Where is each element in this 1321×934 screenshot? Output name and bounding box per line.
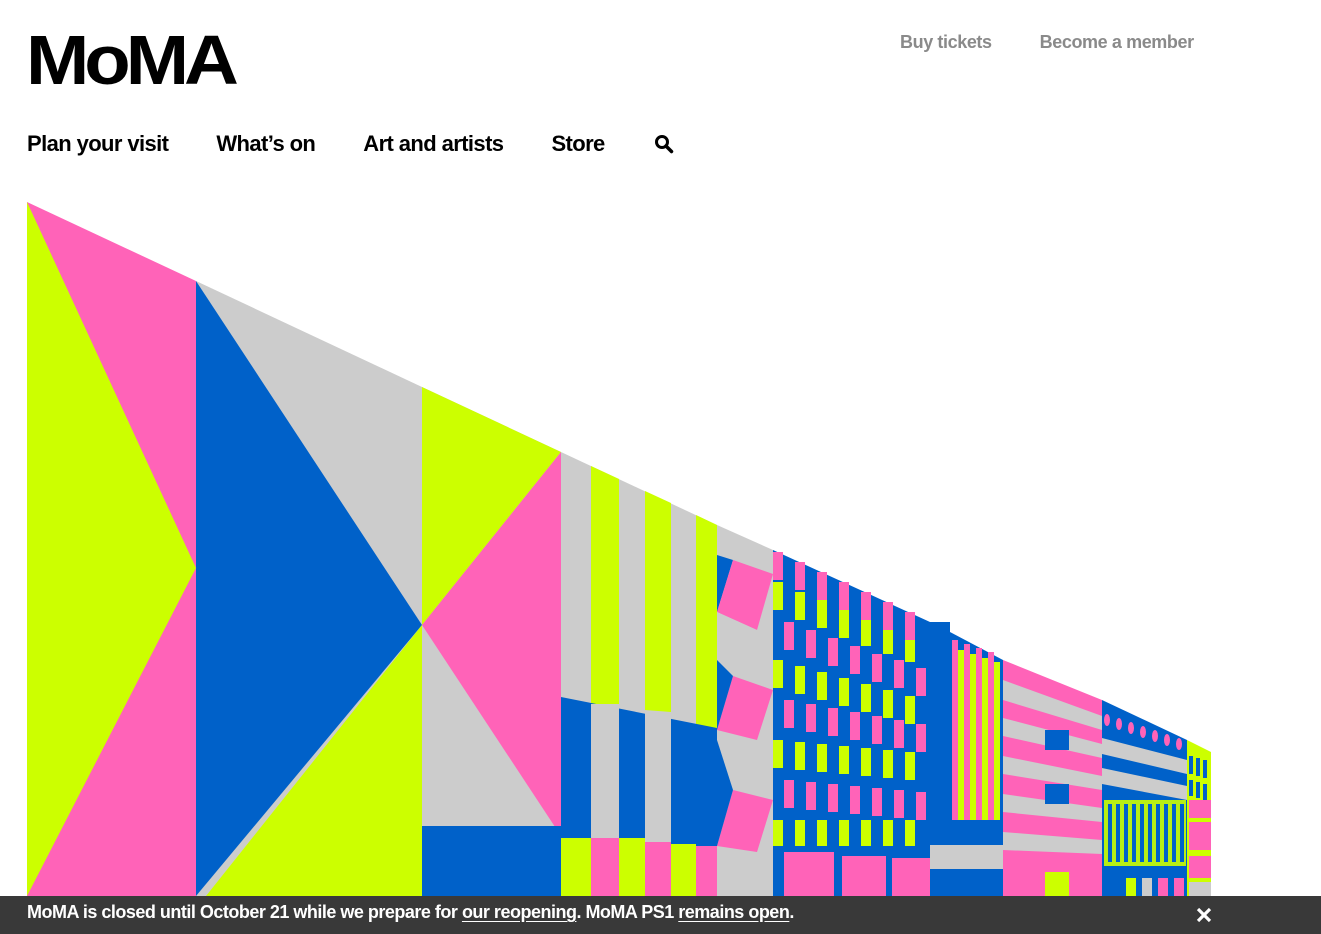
banner-message: MoMA is closed until October 21 while we…	[27, 902, 794, 923]
hero-shape	[1189, 756, 1193, 774]
banner-text-3: .	[789, 902, 794, 922]
nav-art-and-artists[interactable]: Art and artists	[363, 131, 504, 157]
hero-shape	[1174, 878, 1184, 896]
hero-shape	[1196, 758, 1200, 776]
hero-shape	[645, 842, 671, 896]
nav-plan-your-visit[interactable]: Plan your visit	[27, 131, 169, 157]
hero-shape	[645, 491, 671, 712]
hero-shape	[1189, 800, 1211, 818]
hero-shape	[1203, 760, 1207, 778]
nav-whats-on[interactable]: What’s on	[216, 131, 315, 157]
banner-text-2: . MoMA PS1	[576, 902, 679, 922]
hero-shape	[930, 845, 1003, 869]
hero-shape	[1189, 780, 1193, 796]
hero-shape	[696, 846, 717, 896]
close-icon	[1196, 907, 1212, 923]
hero-shape	[561, 838, 591, 896]
moma-logo[interactable]: MoMA	[26, 26, 239, 96]
hero-shape	[892, 858, 930, 896]
search-icon	[654, 135, 673, 154]
hero-shape	[1142, 878, 1152, 896]
hero-shape	[1203, 784, 1207, 800]
hero-shape	[1045, 730, 1069, 750]
utility-nav: Buy tickets Become a member	[900, 32, 1194, 53]
hero-shape	[591, 466, 619, 708]
hero-shape	[591, 704, 619, 844]
hero-shape	[1189, 856, 1211, 878]
hero-shape	[671, 844, 696, 896]
hero-shape	[784, 852, 834, 896]
hero-shape	[645, 712, 671, 846]
banner-text-1: MoMA is closed until October 21 while we…	[27, 902, 462, 922]
page: MoMA Buy tickets Become a member Plan yo…	[0, 0, 1321, 934]
banner-close-button[interactable]	[1194, 905, 1214, 925]
search-button[interactable]	[653, 133, 675, 155]
nav-store[interactable]: Store	[551, 131, 605, 157]
hero-shape	[619, 838, 645, 896]
hero-shape	[1189, 882, 1211, 896]
hero-shape	[1045, 784, 1069, 804]
buy-tickets-link[interactable]: Buy tickets	[900, 32, 992, 53]
hero-shape	[1196, 782, 1200, 798]
remains-open-link[interactable]: remains open	[678, 902, 790, 922]
hero-shape	[696, 515, 717, 730]
hero-shape	[1189, 822, 1211, 850]
hero-shape	[1126, 878, 1136, 896]
hero-shape	[591, 838, 619, 896]
main-nav: Plan your visit What’s on Art and artist…	[27, 131, 675, 157]
hero-shape	[1158, 878, 1168, 896]
hero-shape	[842, 856, 886, 896]
become-member-link[interactable]: Become a member	[1040, 32, 1194, 53]
hero-shape	[422, 826, 561, 896]
closure-banner: MoMA is closed until October 21 while we…	[0, 896, 1321, 934]
our-reopening-link[interactable]: our reopening	[462, 902, 577, 922]
hero-shape	[1045, 872, 1069, 896]
